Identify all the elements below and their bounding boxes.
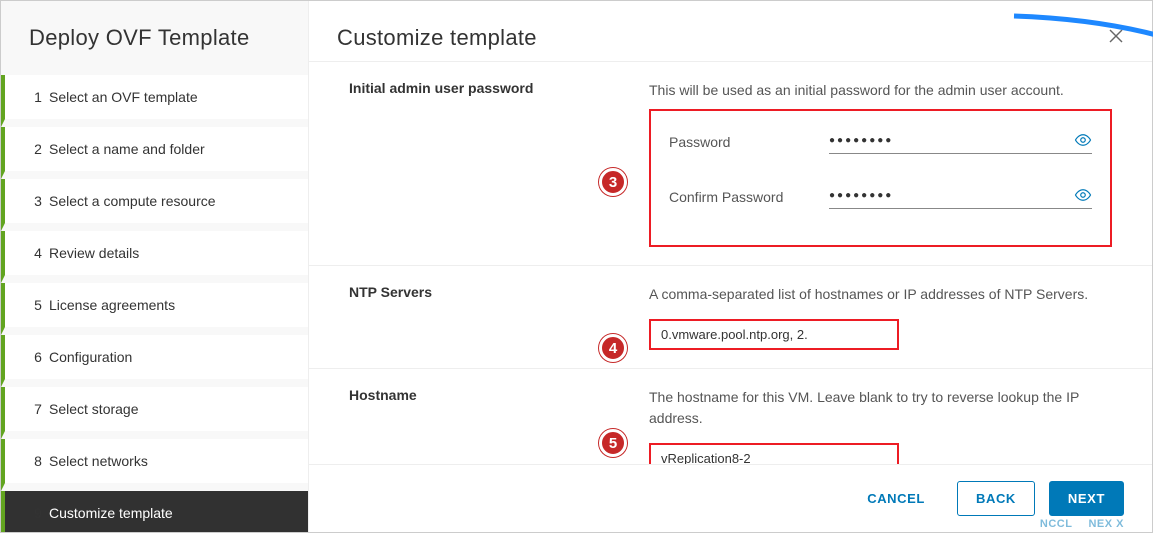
step-label: Configuration <box>49 349 132 365</box>
step-select-name-folder[interactable]: 2 Select a name and folder <box>1 127 308 179</box>
step-select-networks[interactable]: 8 Select networks <box>1 439 308 491</box>
back-button[interactable]: BACK <box>957 481 1035 516</box>
step-number: 6 <box>27 349 49 365</box>
wizard-steps: 1 Select an OVF template 2 Select a name… <box>1 75 308 532</box>
annotation-badge-3: 3 <box>599 168 627 196</box>
step-select-storage[interactable]: 7 Select storage <box>1 387 308 439</box>
step-number: 3 <box>27 193 49 209</box>
confirm-password-label: Confirm Password <box>669 189 829 205</box>
password-masked-value: ●●●●●●●● <box>829 135 1074 146</box>
password-row: Password ●●●●●●●● <box>669 129 1092 154</box>
step-number: 2 <box>27 141 49 157</box>
password-label: Password <box>669 134 829 150</box>
step-label: Select a name and folder <box>49 141 205 157</box>
step-label: License agreements <box>49 297 175 313</box>
annotation-highlight-box: Password ●●●●●●●● Confirm Password <box>649 109 1112 247</box>
section-label: Initial admin user password 3 <box>349 80 649 247</box>
close-icon <box>1108 28 1124 44</box>
step-number: 8 <box>27 453 49 469</box>
toggle-password-visibility[interactable] <box>1074 131 1092 149</box>
section-password: Initial admin user password 3 This will … <box>309 62 1152 266</box>
section-body: The hostname for this VM. Leave blank to… <box>649 387 1112 465</box>
section-body: This will be used as an initial password… <box>649 80 1112 247</box>
step-select-ovf-template[interactable]: 1 Select an OVF template <box>1 75 308 127</box>
step-label: Select storage <box>49 401 139 417</box>
wizard-main: Customize template Initial admin user pa… <box>309 1 1152 532</box>
confirm-password-masked-value: ●●●●●●●● <box>829 190 1074 201</box>
step-label: Select a compute resource <box>49 193 216 209</box>
page-title: Customize template <box>337 25 537 51</box>
hostname-input[interactable] <box>649 443 899 465</box>
password-input[interactable]: ●●●●●●●● <box>829 129 1092 154</box>
step-number: 5 <box>27 297 49 313</box>
step-number: 1 <box>27 89 49 105</box>
section-label: Hostname 5 <box>349 387 649 465</box>
section-ntp-servers: NTP Servers 4 A comma-separated list of … <box>309 266 1152 369</box>
toggle-confirm-password-visibility[interactable] <box>1074 186 1092 204</box>
confirm-password-row: Confirm Password ●●●●●●●● <box>669 184 1092 209</box>
step-customize-template[interactable]: 9 Customize template <box>1 491 308 532</box>
section-hostname: Hostname 5 The hostname for this VM. Lea… <box>309 369 1152 465</box>
step-review-details[interactable]: 4 Review details <box>1 231 308 283</box>
ntp-servers-input[interactable] <box>649 319 899 350</box>
page-content[interactable]: Initial admin user password 3 This will … <box>309 61 1152 465</box>
confirm-password-input[interactable]: ●●●●●●●● <box>829 184 1092 209</box>
step-label: Customize template <box>49 505 173 521</box>
section-label-text: Hostname <box>349 387 417 403</box>
section-body: A comma-separated list of hostnames or I… <box>649 284 1112 350</box>
eye-icon <box>1074 131 1092 149</box>
step-number: 9 <box>27 505 49 521</box>
annotation-badge-5: 5 <box>599 429 627 457</box>
close-button[interactable] <box>1108 28 1124 49</box>
step-label: Select an OVF template <box>49 89 198 105</box>
step-number: 7 <box>27 401 49 417</box>
section-description: The hostname for this VM. Leave blank to… <box>649 387 1112 429</box>
page-header: Customize template <box>309 1 1152 61</box>
eye-icon <box>1074 186 1092 204</box>
next-button[interactable]: NEXT <box>1049 481 1124 516</box>
section-description: A comma-separated list of hostnames or I… <box>649 284 1112 305</box>
wizard-sidebar: Deploy OVF Template 1 Select an OVF temp… <box>1 1 309 532</box>
step-label: Review details <box>49 245 139 261</box>
section-description: This will be used as an initial password… <box>649 80 1112 101</box>
section-label: NTP Servers 4 <box>349 284 649 350</box>
wizard-footer: CANCEL BACK NEXT <box>309 465 1152 532</box>
step-select-compute-resource[interactable]: 3 Select a compute resource <box>1 179 308 231</box>
step-label: Select networks <box>49 453 148 469</box>
step-number: 4 <box>27 245 49 261</box>
deploy-ovf-modal: Deploy OVF Template 1 Select an OVF temp… <box>0 0 1153 533</box>
step-license-agreements[interactable]: 5 License agreements <box>1 283 308 335</box>
annotation-badge-4: 4 <box>599 334 627 362</box>
section-label-text: Initial admin user password <box>349 80 533 96</box>
cancel-button[interactable]: CANCEL <box>849 482 943 515</box>
wizard-title: Deploy OVF Template <box>1 1 308 75</box>
section-label-text: NTP Servers <box>349 284 432 300</box>
step-configuration[interactable]: 6 Configuration <box>1 335 308 387</box>
